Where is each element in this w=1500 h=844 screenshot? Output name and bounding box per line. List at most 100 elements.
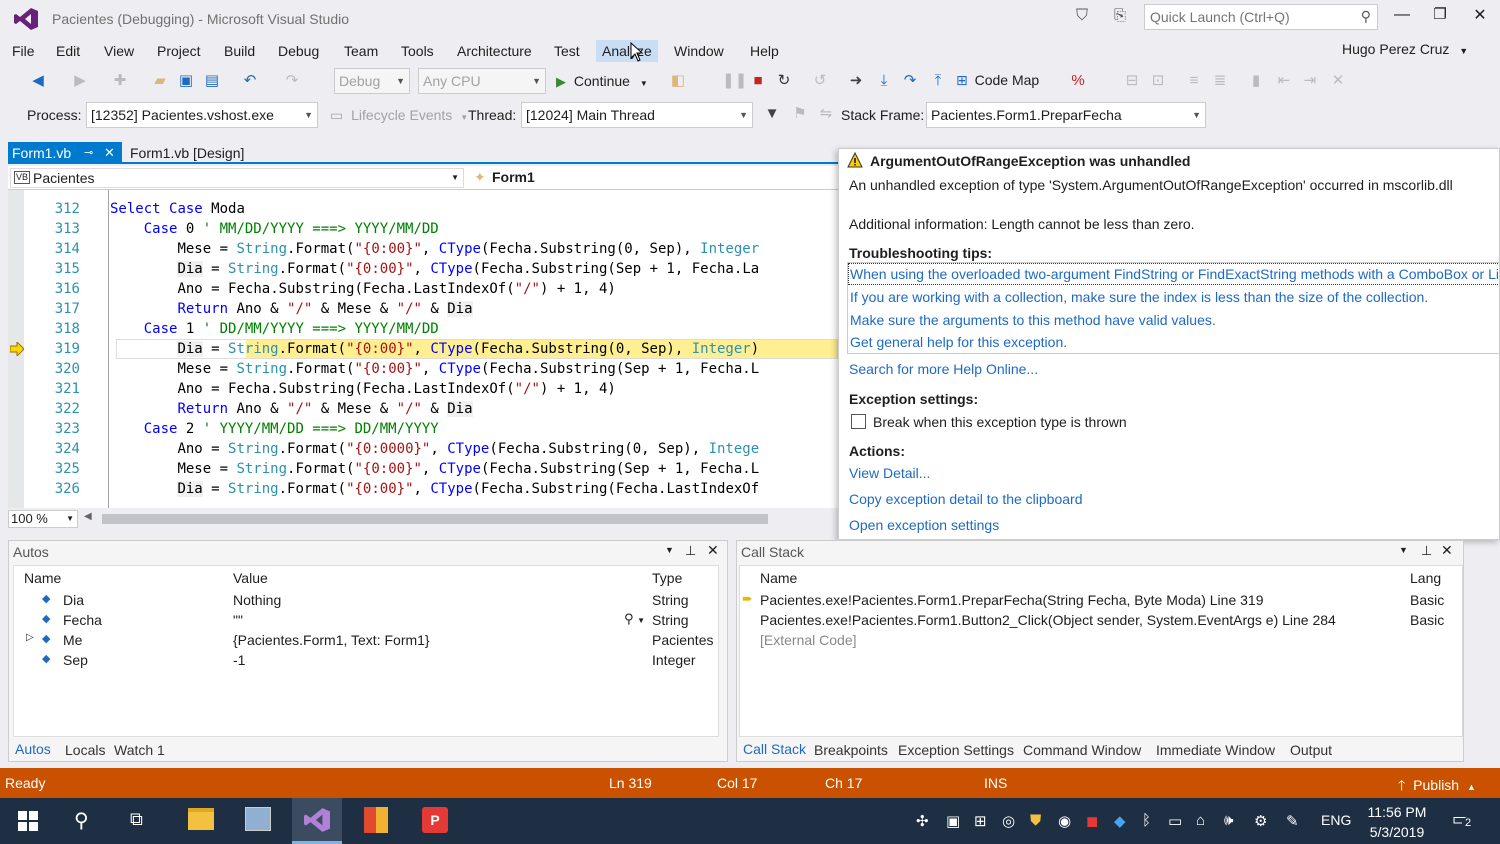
tip-link[interactable]: Get general help for this exception. bbox=[850, 334, 1067, 350]
network-icon[interactable]: ⌂ bbox=[1196, 812, 1205, 829]
show-next-statement-icon[interactable]: ➜ bbox=[846, 71, 866, 91]
bluetooth-icon[interactable]: ᛒ bbox=[1142, 812, 1151, 829]
platform-combo[interactable]: Any CPU ▼ bbox=[418, 68, 546, 94]
indent-icon[interactable]: ≡ bbox=[1184, 71, 1204, 91]
search-online-link[interactable]: Search for more Help Online... bbox=[849, 361, 1038, 377]
menu-architecture[interactable]: Architecture bbox=[451, 40, 538, 62]
column-header-lang[interactable]: Lang bbox=[1410, 570, 1441, 586]
code-editor[interactable]: 312 Select Case Moda 313 Case 0 ' MM/DD/YY… bbox=[8, 190, 838, 508]
tab-command-window[interactable]: Command Window bbox=[1023, 742, 1141, 758]
attach-icon[interactable]: ◧ bbox=[668, 71, 688, 91]
horizontal-scrollbar[interactable] bbox=[102, 514, 768, 524]
task-view-icon[interactable]: ⧉ bbox=[130, 809, 143, 830]
uncomment-icon[interactable]: ⊡ bbox=[1148, 71, 1168, 91]
tray-icon[interactable]: ⊞ bbox=[974, 812, 987, 830]
pin-icon[interactable]: ⊥ bbox=[1421, 543, 1432, 559]
close-button[interactable]: ✕ bbox=[1470, 5, 1490, 25]
tab-form1-vb[interactable]: Form1.vb ⊸ ✕ bbox=[8, 142, 122, 164]
office-app-icon[interactable] bbox=[364, 807, 388, 833]
code-line[interactable]: 326 Dia = String.Format("{0:00}", CType(… bbox=[8, 479, 838, 499]
navigate-back-icon[interactable]: ◀ bbox=[28, 71, 48, 91]
hot-reload-icon[interactable]: ↺ bbox=[810, 71, 830, 91]
code-line[interactable]: 324 Ano = String.Format("{0:0000}", CTyp… bbox=[8, 439, 838, 459]
stack-frame-combo[interactable]: Pacientes.Form1.PreparFecha ▼ bbox=[926, 102, 1206, 128]
navigate-forward-icon[interactable]: ▶ bbox=[70, 71, 90, 91]
clear-bookmarks-icon[interactable]: ✕ bbox=[1328, 71, 1348, 91]
code-line[interactable]: 319 Dia = String.Format("{0:00}", CType(… bbox=[8, 339, 838, 359]
menu-team[interactable]: Team bbox=[338, 40, 384, 62]
feedback-icon[interactable]: ⎘ bbox=[1114, 7, 1126, 24]
column-header-name[interactable]: Name bbox=[760, 570, 797, 586]
minimize-button[interactable]: — bbox=[1392, 6, 1412, 24]
comment-icon[interactable]: ⊟ bbox=[1122, 71, 1142, 91]
code-line[interactable]: 321 Ano = Fecha.Substring(Fecha.LastInde… bbox=[8, 379, 838, 399]
table-row[interactable]: ➨ Pacientes.exe!Pacientes.Form1.PreparFe… bbox=[740, 590, 1464, 610]
code-map-button[interactable]: ⊞ Code Map bbox=[956, 72, 1039, 89]
save-icon[interactable]: ▣ bbox=[176, 71, 196, 91]
column-header-type[interactable]: Type bbox=[652, 570, 682, 586]
tab-watch-1[interactable]: Watch 1 bbox=[114, 742, 165, 758]
open-file-icon[interactable]: ▰ bbox=[150, 71, 170, 91]
breakpoint-toggle-icon[interactable]: % bbox=[1068, 71, 1088, 91]
user-account[interactable]: Hugo Perez Cruz ▼ bbox=[1342, 41, 1468, 57]
tray-icon[interactable]: ✣ bbox=[916, 812, 929, 830]
tray-icon[interactable]: ▣ bbox=[946, 812, 960, 830]
continue-button[interactable]: ▶ Continue ▼ bbox=[556, 71, 648, 93]
lifecycle-events-button[interactable]: ▭ Lifecycle Events ▼ bbox=[330, 107, 468, 124]
table-row[interactable]: ◆ Fecha "" ⚲ ▼ String bbox=[14, 610, 720, 630]
code-line[interactable]: 320 Mese = String.Format("{0:00}", CType… bbox=[8, 359, 838, 379]
tab-exception-settings[interactable]: Exception Settings bbox=[898, 742, 1014, 758]
project-dropdown[interactable]: VB Pacientes ▼ bbox=[10, 168, 464, 188]
redo-icon[interactable]: ↷ bbox=[282, 71, 302, 91]
input-language[interactable]: ENG bbox=[1321, 812, 1351, 828]
code-line[interactable]: 313 Case 0 ' MM/DD/YYYY ===> YYYY/MM/DD bbox=[8, 219, 838, 239]
column-header-value[interactable]: Value bbox=[233, 570, 268, 586]
next-bookmark-icon[interactable]: ⇥ bbox=[1300, 71, 1320, 91]
menu-tools[interactable]: Tools bbox=[395, 40, 440, 62]
tray-icon[interactable]: ◎ bbox=[1002, 812, 1015, 830]
table-row[interactable]: [External Code] bbox=[740, 630, 1464, 650]
code-line[interactable]: 325 Mese = String.Format("{0:00}", CType… bbox=[8, 459, 838, 479]
table-row[interactable]: ▷ ◆ Me {Pacientes.Form1, Text: Form1} Pa… bbox=[14, 630, 720, 650]
code-line[interactable]: 316 Ano = Fecha.Substring(Fecha.LastInde… bbox=[8, 279, 838, 299]
show-threads-icon[interactable]: ⇋ bbox=[816, 104, 836, 124]
save-all-icon[interactable]: ▤ bbox=[202, 71, 222, 91]
tab-output[interactable]: Output bbox=[1290, 742, 1332, 758]
column-header-name[interactable]: Name bbox=[24, 570, 61, 586]
step-over-icon[interactable]: ↷ bbox=[900, 71, 920, 91]
pause-icon[interactable]: ❚❚ bbox=[722, 71, 747, 91]
code-line[interactable]: 317 Return Ano & "/" & Mese & "/" & Dia bbox=[8, 299, 838, 319]
search-icon[interactable]: ⚲ bbox=[74, 808, 89, 833]
volume-icon[interactable]: 🕪 bbox=[1224, 812, 1233, 829]
flag-threads-icon[interactable]: ⚑ bbox=[790, 104, 810, 124]
table-row[interactable]: ◆ Sep -1 Integer bbox=[14, 650, 720, 670]
tray-icon[interactable]: ◼ bbox=[1086, 812, 1098, 830]
visualizer-icon[interactable]: ⚲ ▼ bbox=[624, 611, 645, 627]
menu-test[interactable]: Test bbox=[548, 40, 586, 62]
code-line[interactable]: 323 Case 2 ' YYYY/MM/DD ===> DD/MM/YYYY bbox=[8, 419, 838, 439]
app-icon[interactable] bbox=[245, 807, 271, 831]
copy-exception-link[interactable]: Copy exception detail to the clipboard bbox=[849, 491, 1082, 507]
tab-immediate-window[interactable]: Immediate Window bbox=[1156, 742, 1275, 758]
tip-link[interactable]: When using the overloaded two-argument F… bbox=[850, 266, 1499, 282]
dropdown-icon[interactable]: ▼ bbox=[665, 545, 674, 555]
tab-form1-design[interactable]: Form1.vb [Design] bbox=[126, 142, 248, 164]
code-line[interactable]: 315 Dia = String.Format("{0:00}", CType(… bbox=[8, 259, 838, 279]
view-detail-link[interactable]: View Detail... bbox=[849, 465, 930, 481]
windows-start-icon[interactable] bbox=[18, 811, 38, 834]
close-icon[interactable]: ✕ bbox=[1441, 542, 1453, 559]
quick-launch-input[interactable] bbox=[1145, 5, 1345, 29]
code-line[interactable]: 314 Mese = String.Format("{0:00}", CType… bbox=[8, 239, 838, 259]
member-dropdown[interactable]: ✦ Form1 bbox=[470, 168, 836, 188]
menu-view[interactable]: View bbox=[98, 40, 140, 62]
menu-analyze[interactable]: Analyze bbox=[596, 40, 658, 62]
menu-window[interactable]: Window bbox=[668, 40, 730, 62]
pen-icon[interactable]: ✎ bbox=[1286, 812, 1299, 830]
settings-icon[interactable]: ⚙ bbox=[1254, 812, 1267, 830]
outdent-icon[interactable]: ≣ bbox=[1210, 71, 1230, 91]
dropdown-icon[interactable]: ▼ bbox=[1399, 545, 1408, 555]
code-line[interactable]: 318 Case 1 ' DD/MM/YYYY ===> YYYY/MM/DD bbox=[8, 319, 838, 339]
menu-build[interactable]: Build bbox=[218, 40, 261, 62]
menu-edit[interactable]: Edit bbox=[50, 40, 86, 62]
recorder-app-icon[interactable]: P bbox=[422, 807, 448, 833]
